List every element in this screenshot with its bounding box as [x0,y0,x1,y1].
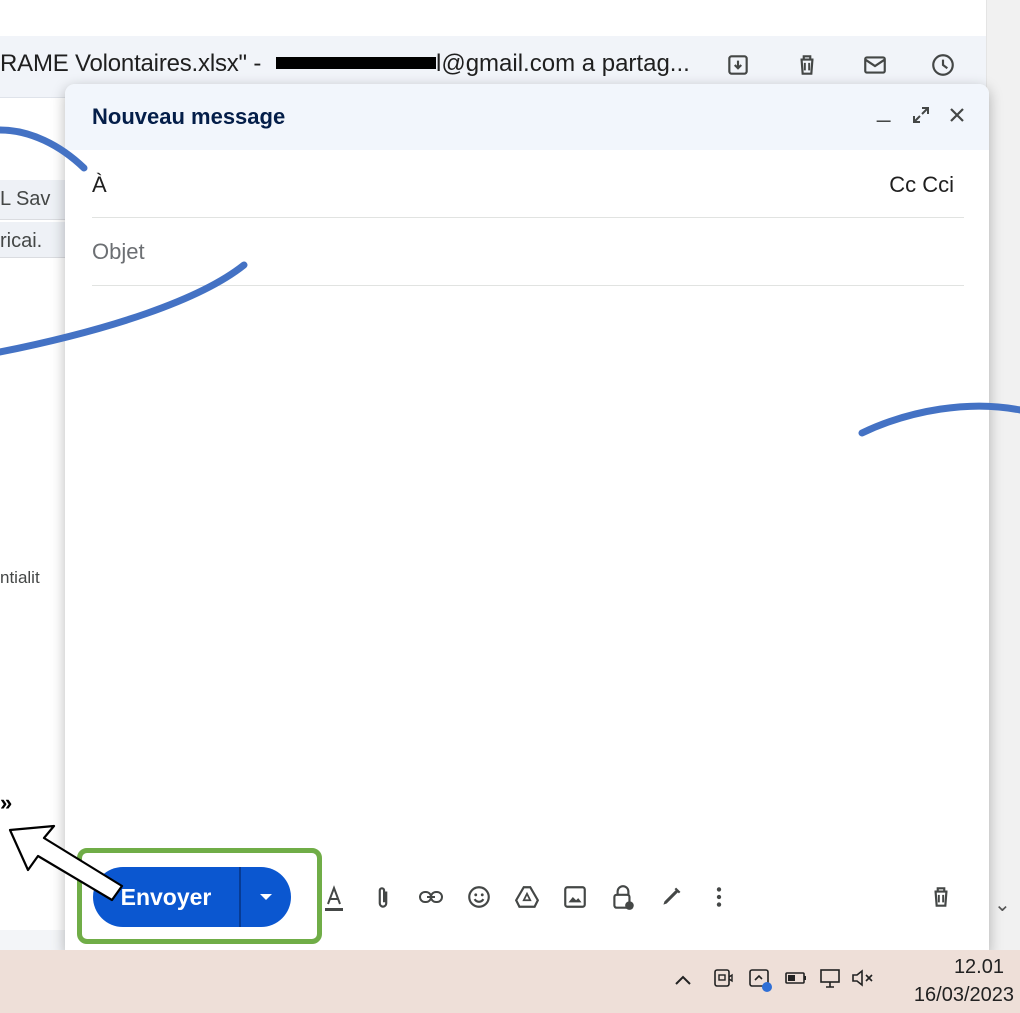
clock-time[interactable]: 12.01 [934,956,1004,979]
mail-icon[interactable] [862,52,888,78]
minimize-icon[interactable]: _ [877,96,890,124]
redaction-bar [276,57,436,69]
page-scrollbar[interactable] [986,0,1020,950]
chevron-up-icon[interactable] [672,970,694,992]
emoji-icon[interactable] [466,884,492,910]
message-body[interactable] [92,294,964,854]
signature-pen-icon[interactable] [658,884,684,910]
to-field[interactable]: À Cc Cci [92,150,964,218]
subject-field-row [92,218,964,286]
text-format-icon[interactable] [321,884,347,911]
compose-window: Nouveau message _ À Cc Cci Envoyer [65,84,989,952]
clock-date[interactable]: 16/03/2023 [904,984,1014,1007]
compose-title: Nouveau message [92,104,286,129]
link-icon[interactable] [418,884,444,910]
drive-icon[interactable] [514,884,540,910]
discard-trash-icon[interactable] [928,884,954,910]
screen-share-icon[interactable] [748,967,772,992]
compose-header[interactable]: Nouveau message _ [65,84,989,150]
battery-icon[interactable] [784,967,806,989]
snooze-clock-icon[interactable] [930,52,956,78]
close-icon[interactable] [947,104,967,132]
screen: RAME Volontaires.xlsx" - l@gmail.com a p… [0,0,1020,1013]
subject-input[interactable] [92,232,952,272]
photo-icon[interactable] [562,884,588,910]
network-icon[interactable] [818,967,840,989]
trash-icon[interactable] [794,52,820,78]
list-item-text: ricai. [0,230,43,252]
archive-icon[interactable] [725,52,751,78]
email-sender-text: l@gmail.com a partag... [436,50,690,77]
to-label: À [92,172,107,197]
attach-icon[interactable] [370,884,396,910]
list-item-text: L Sav [0,188,51,210]
confidential-lock-icon[interactable] [610,884,636,910]
volume-muted-icon[interactable] [850,967,873,989]
cc-cci-button[interactable]: Cc Cci [889,172,954,198]
chevron-down-icon[interactable]: ⌄ [994,892,1011,917]
send-highlight-box [77,848,322,944]
meet-icon[interactable] [712,967,734,989]
more-options-icon[interactable] [706,884,732,910]
email-subject-text: RAME Volontaires.xlsx" - [0,50,262,77]
taskbar: 12.01 16/03/2023 [0,950,1020,1013]
expand-icon[interactable] [911,104,931,132]
quote-fragment: » [0,790,13,815]
confidentiality-text: ntialit [0,568,40,587]
